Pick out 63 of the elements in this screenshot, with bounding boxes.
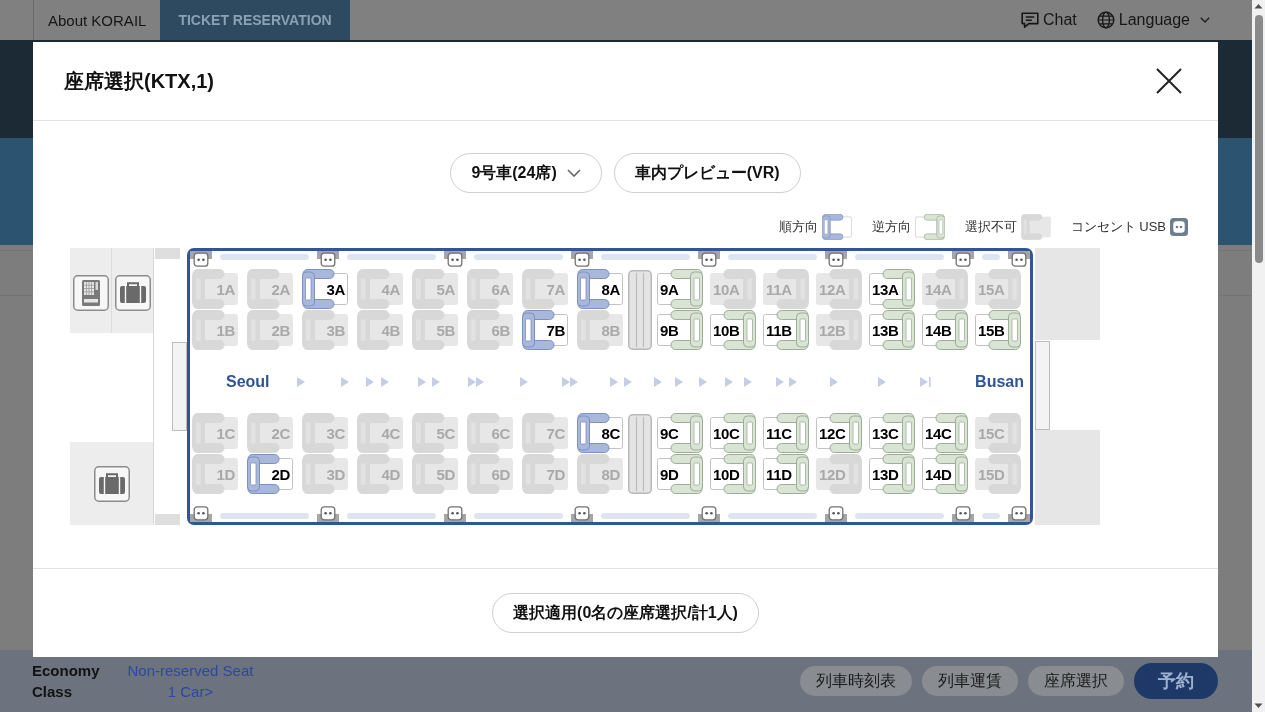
legend-label: コンセント USB	[1070, 217, 1166, 236]
footer-button[interactable]: 列車運賃	[922, 666, 1018, 696]
arrow-icon	[519, 377, 528, 387]
footer-button[interactable]: 列車時刻表	[800, 666, 912, 696]
chat-icon	[1021, 12, 1039, 28]
chevron-down-icon	[1200, 17, 1210, 23]
reserve-button[interactable]: 予約	[1134, 663, 1218, 699]
arrow-icon	[653, 377, 662, 387]
power-outlet-icon	[571, 251, 593, 268]
power-outlet-icon	[1008, 505, 1030, 522]
window-bar	[982, 513, 1000, 519]
destination-label: Busan	[975, 373, 1024, 391]
arrow-icon	[674, 377, 683, 387]
dialog-title: 座席選択(KTX,1)	[64, 68, 214, 94]
power-outlet-icon	[317, 251, 339, 268]
arrow-icon	[340, 377, 349, 387]
power-outlet-icon	[1008, 251, 1030, 268]
unavailable-seat-icon	[1020, 213, 1051, 240]
vr-preview-button[interactable]: 車内プレビュー(VR)	[613, 153, 801, 193]
scrollbar-thumb[interactable]	[1254, 15, 1263, 263]
legend-label: 順方向	[778, 217, 818, 236]
power-outlet-icon	[698, 505, 720, 522]
power-outlet-icon	[698, 251, 720, 268]
seat-type-link[interactable]: Non-reserved Seat	[127, 660, 254, 681]
power-outlet-icon	[571, 505, 593, 522]
power-outlet-icon	[1170, 217, 1188, 236]
car-link[interactable]: 1 Car>	[167, 681, 214, 702]
power-outlet-icon	[444, 505, 466, 522]
partition-icon	[628, 270, 652, 350]
globe-icon	[1096, 11, 1115, 29]
power-outlet-icon	[190, 251, 212, 268]
arrow-icon	[296, 377, 305, 387]
nav-tab[interactable]: About KORAIL	[34, 0, 161, 40]
power-outlet-icon	[444, 251, 466, 268]
power-outlet-icon	[952, 505, 974, 522]
power-outlet-icon	[825, 251, 847, 268]
seat-class-label: Economy Class	[32, 661, 100, 702]
reverse-seat-icon	[914, 213, 945, 240]
legend-label: 選択不可	[964, 217, 1017, 236]
arrow-icon	[829, 377, 838, 387]
partition-icon	[628, 414, 652, 494]
nav-tab[interactable]: TICKET RESERVATION	[160, 0, 350, 40]
close-button[interactable]	[1154, 66, 1184, 96]
power-outlet-icon	[317, 505, 339, 522]
arrow-icon	[877, 377, 886, 387]
chat-button[interactable]: Chat	[1021, 11, 1077, 29]
origin-label: Seoul	[226, 373, 270, 391]
close-icon	[1156, 68, 1182, 94]
apply-button[interactable]: 選択適用(0名の座席選択/計1人)	[492, 593, 759, 633]
power-outlet-icon	[825, 505, 847, 522]
luggage-icon	[93, 465, 130, 502]
footer-button[interactable]: 座席選択	[1028, 666, 1124, 696]
arrow-icon	[919, 377, 931, 387]
legend-label: 逆方向	[871, 217, 911, 236]
power-outlet-icon	[190, 505, 212, 522]
forward-seat-icon	[821, 213, 852, 240]
window-bar	[982, 254, 1000, 260]
car-dropdown[interactable]: 9号車(24席)	[450, 153, 602, 193]
language-button[interactable]: Language	[1096, 11, 1210, 29]
arrow-icon	[698, 377, 707, 387]
chevron-down-icon	[566, 169, 581, 177]
power-outlet-icon	[952, 251, 974, 268]
scrollbar[interactable]	[1252, 0, 1265, 712]
